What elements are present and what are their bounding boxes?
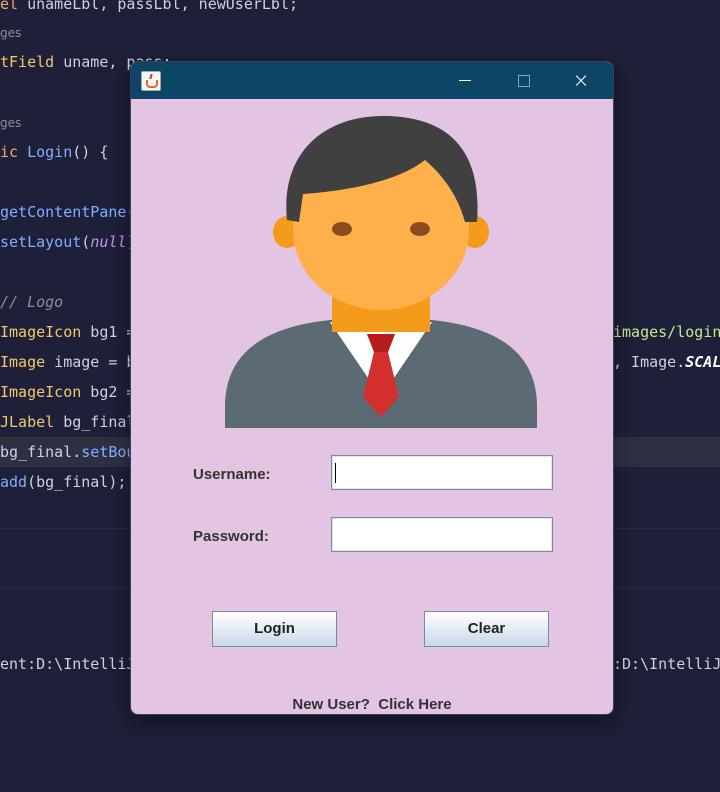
code-token: , Image. [613, 353, 686, 371]
username-input[interactable] [331, 455, 553, 490]
code-line-overflow: , Image.SCAL [613, 352, 720, 372]
code-token: setLayout [0, 233, 82, 251]
code-token: null [90, 233, 127, 251]
code-token: getContentPane [0, 203, 127, 221]
code-token: () { [72, 143, 109, 161]
code-token: ( [81, 233, 91, 251]
code-token: Image [0, 353, 46, 371]
code-token: tField [0, 53, 55, 71]
code-line-overflow: images/login_ [613, 322, 720, 342]
close-button[interactable]: × [552, 62, 610, 99]
username-label: Username: [193, 466, 271, 483]
code-token: (bg_final); [27, 473, 127, 491]
code-token: images/login_ [613, 323, 720, 341]
code-token: ImageIcon [0, 383, 82, 401]
code-line: Image image = b [0, 352, 135, 372]
code-token: ic [0, 143, 28, 161]
login-window: × Username: Password: Login Clear New Us… [131, 62, 613, 714]
code-token: unameLbl, passLbl, newUserLbl; [27, 0, 299, 13]
code-token: Login [27, 143, 73, 161]
password-label: Password: [193, 528, 269, 545]
password-input[interactable] [331, 517, 553, 552]
code-token: bg2 = [81, 383, 136, 401]
code-token: bg_final [54, 413, 136, 431]
code-token: bg_final. [0, 443, 82, 461]
code-token: bg1 = [81, 323, 136, 341]
code-token: image = b [45, 353, 136, 371]
console-output: ent:D:\IntelliJ [0, 655, 136, 673]
console-output: :D:\IntelliJ [613, 655, 720, 673]
code-token: el [0, 0, 28, 13]
code-line: ImageIcon bg2 = [0, 382, 135, 402]
text-caret [335, 463, 336, 483]
code-token: // Logo [0, 293, 64, 311]
code-line: el unameLbl, passLbl, newUserLbl; [0, 0, 298, 14]
code-line: setLayout(null) [0, 232, 135, 252]
code-token: add [0, 473, 28, 491]
login-button[interactable]: Login [212, 611, 337, 647]
minimize-button[interactable] [436, 62, 494, 99]
maximize-button[interactable] [494, 62, 552, 99]
java-cup-icon [141, 71, 161, 91]
code-token: SCAL [685, 353, 720, 371]
code-line: ImageIcon bg1 = [0, 322, 135, 342]
code-line: add(bg_final); [0, 472, 126, 492]
window-titlebar[interactable]: × [131, 62, 613, 99]
code-line: getContentPane( [0, 202, 135, 222]
code-token: setBou [81, 443, 136, 461]
usage-hint: ges [0, 116, 22, 130]
code-line: ic Login() { [0, 142, 108, 162]
new-user-link[interactable]: New User? Click Here [131, 696, 613, 713]
code-token: ImageIcon [0, 323, 82, 341]
clear-button[interactable]: Clear [424, 611, 549, 647]
code-line: // Logo [0, 292, 63, 312]
code-token: JLabel [0, 413, 55, 431]
code-line: JLabel bg_final [0, 412, 135, 432]
user-avatar-logo [225, 116, 537, 428]
usage-hint: ges [0, 26, 22, 40]
